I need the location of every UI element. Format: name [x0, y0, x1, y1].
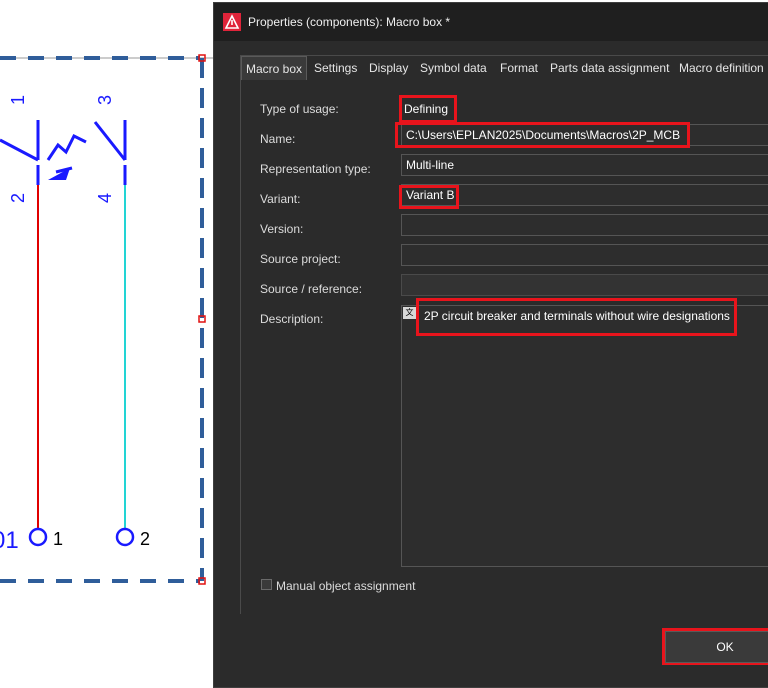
pin-label-2: 2	[8, 193, 28, 203]
dialog-title: Properties (components): Macro box *	[248, 15, 451, 29]
dialog-titlebar[interactable]: Properties (components): Macro box *	[214, 3, 768, 41]
tab-macro-box[interactable]: Macro box	[241, 56, 308, 80]
variant-label: Variant:	[260, 192, 301, 206]
manual-object-assignment-checkbox[interactable]	[261, 579, 272, 590]
variant-field[interactable]: Variant B	[401, 184, 768, 206]
version-field[interactable]	[401, 214, 768, 236]
tab-symbol-data[interactable]: Symbol data	[416, 56, 491, 80]
macro-box-outline[interactable]	[0, 56, 204, 583]
properties-dialog: Properties (components): Macro box * Mac…	[213, 2, 768, 688]
manual-object-assignment-label: Manual object assignment	[276, 579, 416, 593]
source-project-field[interactable]	[401, 244, 768, 266]
pin-label-3: 3	[95, 95, 115, 105]
tab-parts-data-assignment[interactable]: Parts data assignment	[546, 56, 673, 80]
tab-macro-definition[interactable]: Macro definition	[675, 56, 768, 80]
description-label: Description:	[260, 312, 324, 326]
pin-label-1: 1	[8, 95, 28, 105]
representation-type-label: Representation type:	[260, 162, 371, 176]
language-icon[interactable]: 文	[403, 307, 416, 319]
description-value[interactable]: 2P circuit breaker and terminals without…	[424, 309, 730, 323]
terminal-number-1: 1	[53, 529, 63, 549]
terminal-2[interactable]	[115, 527, 135, 547]
eplan-app-icon	[223, 13, 241, 31]
device-tag-suffix: 01	[0, 527, 19, 554]
terminal-1[interactable]	[28, 527, 48, 547]
name-field[interactable]: C:\Users\EPLAN2025\Documents\Macros\2P_M…	[401, 124, 768, 146]
ok-button[interactable]: OK	[665, 631, 768, 663]
source-project-label: Source project:	[260, 252, 341, 266]
pin-label-4: 4	[95, 193, 115, 203]
terminal-number-2: 2	[140, 529, 150, 549]
type-of-usage-value[interactable]: Defining	[404, 102, 448, 116]
description-field[interactable]	[401, 305, 768, 567]
name-label: Name:	[260, 132, 296, 146]
source-reference-field[interactable]	[401, 274, 768, 296]
tab-settings[interactable]: Settings	[310, 56, 361, 80]
type-of-usage-label: Type of usage:	[260, 102, 339, 116]
source-reference-label: Source / reference:	[260, 282, 363, 296]
tab-display[interactable]: Display	[365, 56, 412, 80]
version-label: Version:	[260, 222, 304, 236]
tab-format[interactable]: Format	[496, 56, 542, 80]
representation-type-field[interactable]: Multi-line	[401, 154, 768, 176]
